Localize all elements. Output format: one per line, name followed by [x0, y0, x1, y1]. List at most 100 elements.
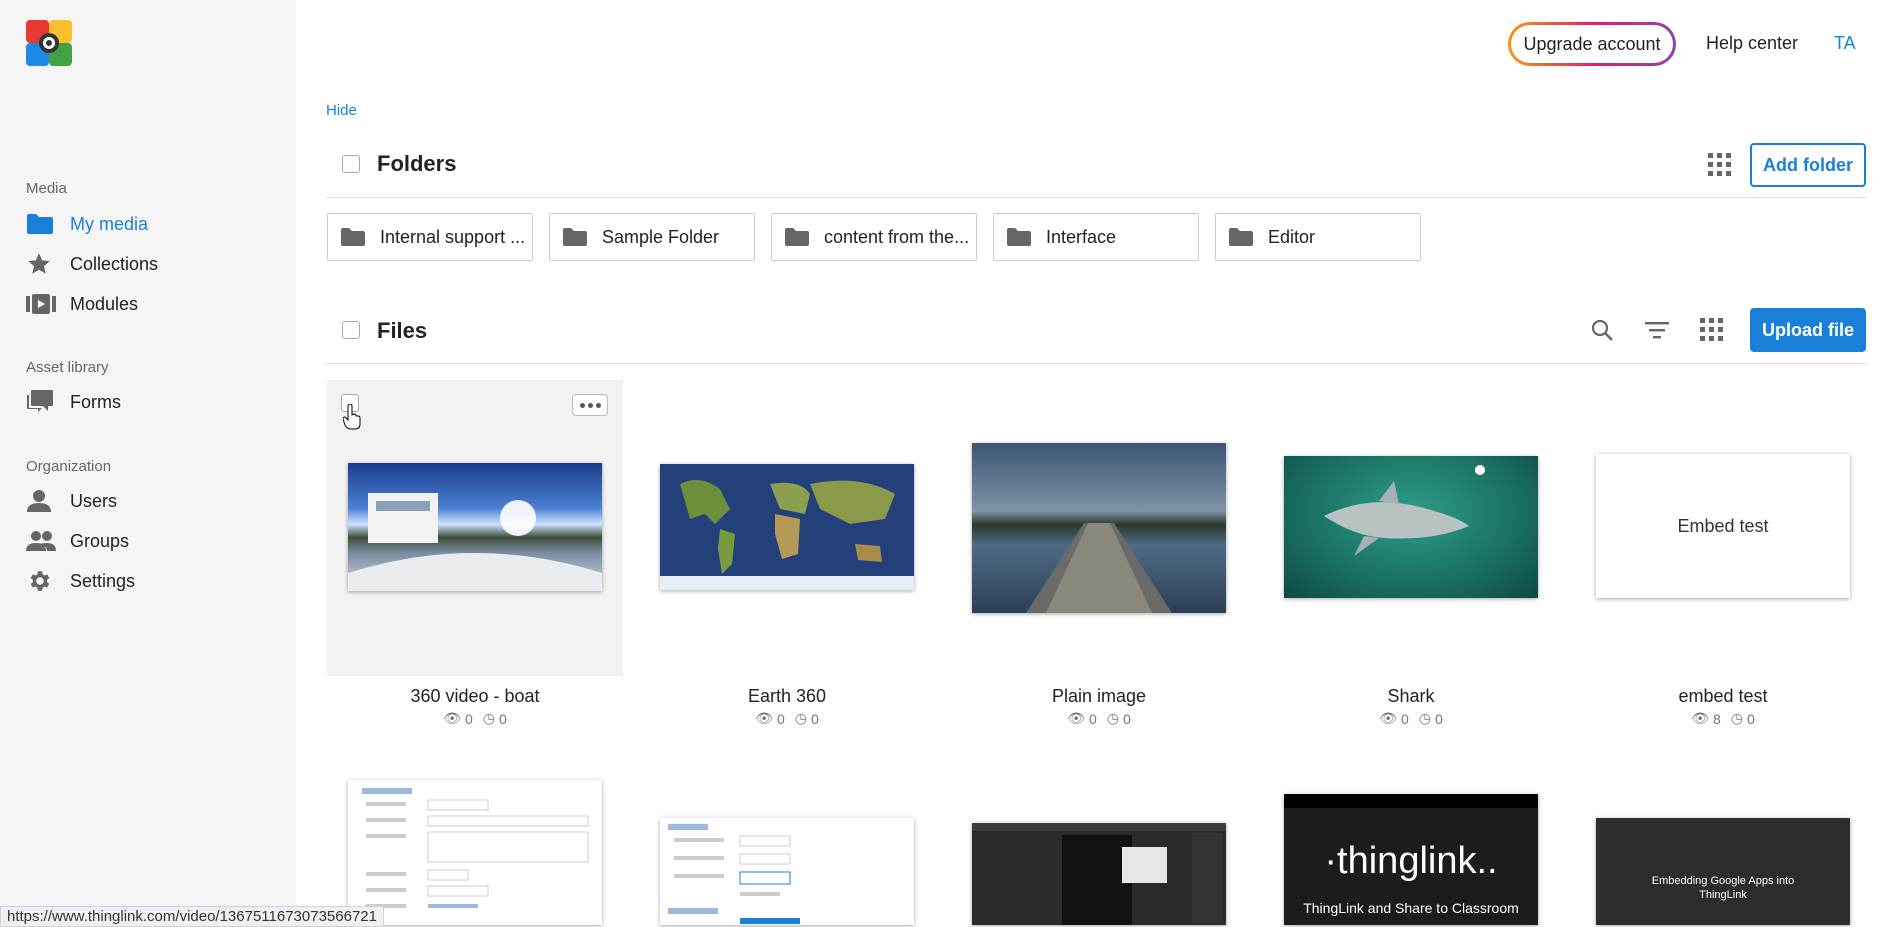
file-card[interactable] — [1263, 380, 1559, 676]
sidebar-item-users[interactable]: Users — [26, 485, 117, 517]
eye-icon: 👁 — [1379, 710, 1397, 726]
file-card[interactable] — [951, 380, 1247, 676]
sidebar-item-label: Users — [70, 490, 118, 511]
file-name: embed test — [1678, 686, 1768, 706]
thumbnail-caption: Embedding Google Apps into ThingLink — [1651, 875, 1795, 901]
file-thumbnail[interactable]: ·thinglink.. ThingLink and Share to Clas… — [1284, 794, 1538, 925]
app-logo[interactable] — [26, 20, 72, 66]
sidebar-item-my-media[interactable]: My media — [26, 208, 148, 240]
add-folder-button[interactable]: Add folder — [1750, 143, 1866, 187]
file-card[interactable] — [639, 380, 935, 676]
file-thumbnail — [972, 443, 1226, 613]
eye-icon: 👁 — [1067, 710, 1085, 726]
folder-label: Interface — [1046, 226, 1117, 247]
sidebar: Media My media Collections Modules Asset… — [0, 0, 296, 925]
folder-icon — [341, 228, 365, 246]
folder-item[interactable]: Internal support ... — [327, 213, 533, 261]
file-thumbnail[interactable] — [660, 818, 914, 925]
folder-item[interactable]: Editor — [1215, 213, 1421, 261]
sidebar-item-label: Collections — [70, 253, 159, 274]
folder-icon — [563, 228, 587, 246]
clock-icon: ◷ — [1730, 710, 1743, 726]
file-name: Shark — [1387, 686, 1435, 706]
folder-icon — [26, 211, 56, 237]
sidebar-item-groups[interactable]: Groups — [26, 525, 129, 557]
sidebar-item-label: Modules — [70, 293, 139, 314]
file-stats: 👁 0 ◷ 0 — [320, 710, 630, 727]
user-icon — [26, 488, 56, 514]
folders-title: Folders — [377, 151, 457, 176]
upgrade-account-button[interactable]: Upgrade account — [1508, 22, 1676, 66]
folder-item[interactable]: Sample Folder — [549, 213, 755, 261]
sidebar-item-label: Settings — [70, 570, 136, 591]
file-thumbnail[interactable] — [348, 780, 602, 925]
file-stats: 👁 0 ◷ 0 — [944, 710, 1254, 727]
clock-icon: ◷ — [1106, 710, 1119, 726]
file-stats: 👁 0 ◷ 0 — [632, 710, 942, 727]
more-options-button[interactable] — [572, 394, 608, 416]
file-thumbnail[interactable]: Embedding Google Apps into ThingLink — [1596, 818, 1850, 925]
thinglink-logo-text: ·thinglink.. — [1324, 840, 1498, 882]
file-thumbnail — [348, 463, 602, 591]
avatar[interactable]: TA — [1834, 33, 1856, 54]
view-count: 0 — [776, 710, 785, 727]
file-name: 360 video - boat — [410, 686, 540, 706]
sidebar-item-forms[interactable]: Forms — [26, 386, 121, 418]
clock-icon: ◷ — [1418, 710, 1431, 726]
folder-label: Internal support ... — [380, 226, 526, 247]
folder-icon — [1007, 228, 1031, 246]
file-thumbnail — [660, 464, 914, 590]
help-center-link[interactable]: Help center — [1706, 33, 1798, 54]
file-name: Earth 360 — [747, 686, 827, 706]
clock-icon: ◷ — [482, 710, 495, 726]
grid-view-icon[interactable] — [1698, 316, 1726, 344]
file-thumbnail — [1284, 456, 1538, 598]
sidebar-item-settings[interactable]: Settings — [26, 565, 135, 597]
upload-file-button[interactable]: Upload file — [1750, 308, 1866, 352]
file-stats: 👁 8 ◷ 0 — [1568, 710, 1878, 727]
star-icon — [26, 251, 56, 277]
view-count: 0 — [1088, 710, 1097, 727]
file-thumbnail: Embed test — [1596, 454, 1850, 598]
grid-view-icon[interactable] — [1706, 151, 1734, 179]
view-count: 0 — [1400, 710, 1409, 727]
sidebar-item-label: Forms — [70, 391, 121, 412]
clock-icon: ◷ — [794, 710, 807, 726]
file-card[interactable] — [327, 380, 623, 676]
gear-icon — [26, 568, 56, 594]
files-divider — [326, 363, 1866, 364]
hand-cursor-icon — [342, 403, 361, 435]
filter-icon[interactable] — [1643, 316, 1671, 344]
folder-icon — [1229, 228, 1253, 246]
time-count: 0 — [811, 710, 819, 727]
folder-label: Editor — [1268, 226, 1316, 247]
eye-icon: 👁 — [1691, 710, 1709, 726]
select-all-folders-checkbox[interactable] — [342, 155, 360, 173]
file-thumbnail[interactable] — [972, 823, 1226, 925]
eye-icon: 👁 — [755, 710, 773, 726]
search-icon[interactable] — [1588, 316, 1616, 344]
select-all-files-checkbox[interactable] — [342, 321, 360, 339]
status-bar-url: https://www.thinglink.com/video/13675116… — [0, 906, 384, 927]
eye-icon: 👁 — [443, 710, 461, 726]
sidebar-item-collections[interactable]: Collections — [26, 248, 158, 280]
sidebar-section-media: Media — [26, 180, 67, 197]
time-count: 0 — [1123, 710, 1131, 727]
file-card[interactable]: Embed test — [1575, 380, 1871, 676]
folder-item[interactable]: content from the... — [771, 213, 977, 261]
sidebar-item-modules[interactable]: Modules — [26, 288, 138, 320]
files-title: Files — [377, 318, 428, 343]
sidebar-item-label: Groups — [70, 530, 130, 551]
folder-label: Sample Folder — [602, 226, 720, 247]
folder-icon — [785, 228, 809, 246]
video-module-icon — [26, 291, 56, 317]
folder-item[interactable]: Interface — [993, 213, 1199, 261]
sidebar-section-asset-library: Asset library — [26, 359, 109, 376]
hide-link[interactable]: Hide — [326, 102, 357, 119]
sidebar-item-label: My media — [70, 213, 149, 234]
time-count: 0 — [1747, 710, 1755, 727]
file-name: Plain image — [1051, 686, 1147, 706]
time-count: 0 — [499, 710, 507, 727]
folders-divider — [326, 197, 1866, 198]
thumbnail-caption: ThingLink and Share to Classroom — [1303, 900, 1519, 916]
